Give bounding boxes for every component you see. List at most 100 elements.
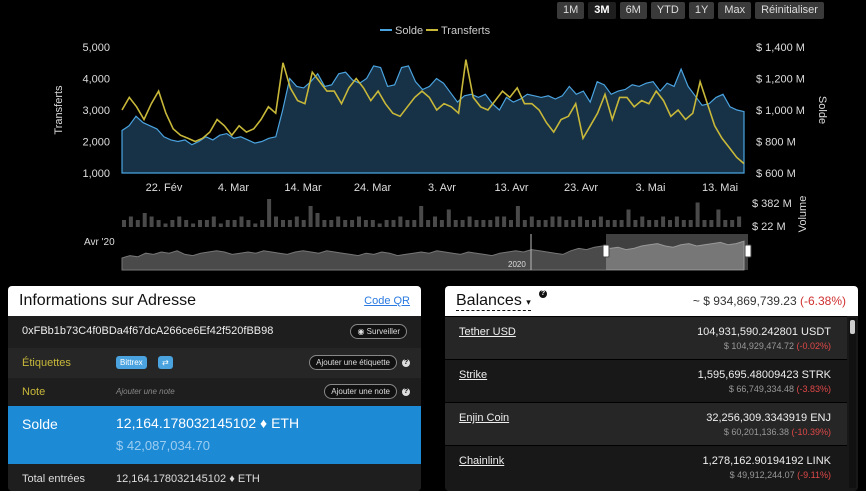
navigator-right-handle[interactable]: [744, 244, 752, 258]
balances-title-text: Balances: [456, 292, 522, 309]
balances-panel: Balances ▾ ? ~ $ 934,869,739.23 (-6.38%)…: [445, 286, 858, 491]
balance-label: Solde: [22, 416, 58, 432]
volume-bar: [668, 220, 672, 227]
balances-help-icon[interactable]: ?: [539, 290, 547, 298]
volume-bar: [522, 220, 527, 227]
volume-bar: [557, 216, 562, 227]
token-amount: 104,931,590.242801 USDT: [697, 326, 831, 338]
token-usd-value: $ 104,929,474.72: [723, 341, 794, 351]
watch-button[interactable]: ◉ Surveiller: [350, 324, 407, 339]
token-name-link[interactable]: Strike: [459, 369, 487, 381]
volume-bar: [446, 209, 451, 227]
balance-row[interactable]: Tether USD 104,931,590.242801 USDT $ 104,9…: [445, 316, 847, 359]
volume-bar: [253, 223, 258, 227]
volume-bar: [612, 220, 617, 227]
add-tag-button[interactable]: Ajouter une étiquette: [309, 355, 397, 370]
x-tick: 24. Mar: [354, 182, 392, 194]
eye-icon: ◉: [357, 327, 367, 336]
volume-bar: [585, 220, 589, 227]
note-input[interactable]: Ajouter une note: [116, 387, 175, 396]
token-name-link[interactable]: Enjin Coin: [459, 412, 509, 424]
volume-bar: [543, 220, 548, 227]
balances-scrollbar[interactable]: [849, 318, 856, 488]
y-left-tick: 3,000: [82, 105, 110, 117]
volume-bar: [550, 216, 555, 227]
token-name-link[interactable]: Chainlink: [459, 455, 504, 467]
volume-bar: [529, 216, 534, 227]
balances-title[interactable]: Balances ▾: [456, 292, 531, 311]
address-row: 0xFBb1b73C4f0BDa4f67dcA266ce6Ef42f520fBB…: [8, 316, 421, 348]
token-usd-value: $ 49,912,244.07: [729, 470, 795, 480]
x-tick: 13. Mai: [702, 182, 738, 194]
navigator-year-label: 2020: [508, 260, 526, 269]
token-change: (-10.39%): [791, 427, 831, 437]
token-amount: 1,278,162.90194192 LINK: [702, 455, 831, 467]
volume-bar: [633, 220, 638, 227]
total-in-row: Total entrées 12,164.178032145102 ♦ ETH: [8, 464, 421, 491]
volume-bar: [536, 220, 541, 227]
balance-transfer-chart[interactable]: 5,000 4,000 3,000 2,000 1,000 $ 1,400 M $ 1,20…: [0, 0, 866, 280]
volume-bar: [329, 220, 334, 227]
volume-bar: [260, 220, 265, 227]
balance-row[interactable]: Chainlink 1,278,162.90194192 LINK $ 49,912…: [445, 445, 847, 488]
chart-area: 1M 3M 6M YTD 1Y Max Réinitialiser 5,000 4…: [0, 0, 866, 280]
add-note-button[interactable]: Ajouter une note: [324, 384, 397, 399]
tags-label: Étiquettes: [22, 357, 71, 369]
note-row: Note Ajouter une note Ajouter une note ?: [8, 378, 421, 406]
balances-total-value: ~ $ 934,869,739.23: [692, 294, 797, 308]
token-usd: $ 60,201,136.38 (-10.39%): [724, 427, 831, 437]
volume-bar: [142, 213, 147, 227]
volume-bar: [702, 220, 707, 227]
volume-bar: [592, 220, 596, 227]
volume-bar: [674, 216, 679, 227]
volume-bar: [170, 220, 175, 227]
volume-bar: [336, 216, 341, 227]
y-right-tick: $ 1,400 M: [756, 42, 805, 54]
volume-bar: [391, 220, 396, 227]
volume-bar: [460, 220, 465, 227]
note-help-icon[interactable]: ?: [402, 388, 410, 396]
y-right-tick: $ 1,200 M: [756, 74, 805, 86]
volume-bar: [363, 220, 368, 227]
balance-block: Solde 12,164.178032145102 ♦ ETH $ 42,087…: [8, 406, 421, 464]
x-tick: 3. Mai: [636, 182, 666, 194]
balances-total-change: (-6.38%): [799, 294, 846, 308]
x-tick: 23. Avr: [564, 182, 598, 194]
address-value: 0xFBb1b73C4f0BDa4f67dcA266ce6Ef42f520fBB…: [22, 325, 274, 337]
x-tick: 3. Avr: [428, 182, 456, 194]
x-tick: 22. Fév: [146, 182, 183, 194]
navigator-left-handle[interactable]: [602, 244, 610, 258]
x-tick: 4. Mar: [218, 182, 250, 194]
volume-bar: [605, 220, 610, 227]
volume-bar: [426, 220, 431, 227]
qr-code-link[interactable]: Code QR: [364, 295, 410, 307]
volume-bar: [647, 220, 652, 227]
token-name-link[interactable]: Tether USD: [459, 326, 516, 338]
note-label: Note: [22, 386, 46, 398]
balances-scroll-thumb[interactable]: [850, 320, 855, 334]
volume-bar: [128, 216, 133, 227]
x-tick: 14. Mar: [284, 182, 322, 194]
volume-bar: [177, 216, 182, 227]
navigator-start-label: Avr '20: [84, 237, 115, 248]
legend-transferts: Transferts: [441, 25, 491, 37]
tags-row: Étiquettes Bittrex ⇄ Ajouter une étiquet…: [8, 348, 421, 378]
volume-bar: [654, 220, 659, 227]
volume-bar: [294, 216, 299, 227]
volume-bar: [184, 220, 189, 227]
volume-bar: [709, 220, 714, 227]
tag-swap-icon[interactable]: ⇄: [158, 356, 173, 369]
balances-header: Balances ▾ ? ~ $ 934,869,739.23 (-6.38%): [445, 286, 858, 316]
y-right-tick: $ 600 M: [756, 168, 796, 180]
watch-label: Surveiller: [366, 327, 400, 336]
volume-bar: [384, 220, 389, 227]
address-info-title: Informations sur Adresse: [19, 292, 196, 309]
balance-row[interactable]: Strike 1,595,695.48009423 STRK $ 66,749,33…: [445, 359, 847, 402]
tag-badge[interactable]: Bittrex: [116, 356, 147, 369]
tags-help-icon[interactable]: ?: [402, 359, 410, 367]
total-in-amount: 12,164.178032145102: [116, 473, 227, 485]
balance-row[interactable]: Enjin Coin 32,256,309.3343919 ENJ $ 60,201…: [445, 402, 847, 445]
volume-bar: [474, 220, 479, 227]
volume-bar: [198, 220, 202, 227]
total-in-value: 12,164.178032145102 ♦ ETH: [116, 473, 260, 485]
